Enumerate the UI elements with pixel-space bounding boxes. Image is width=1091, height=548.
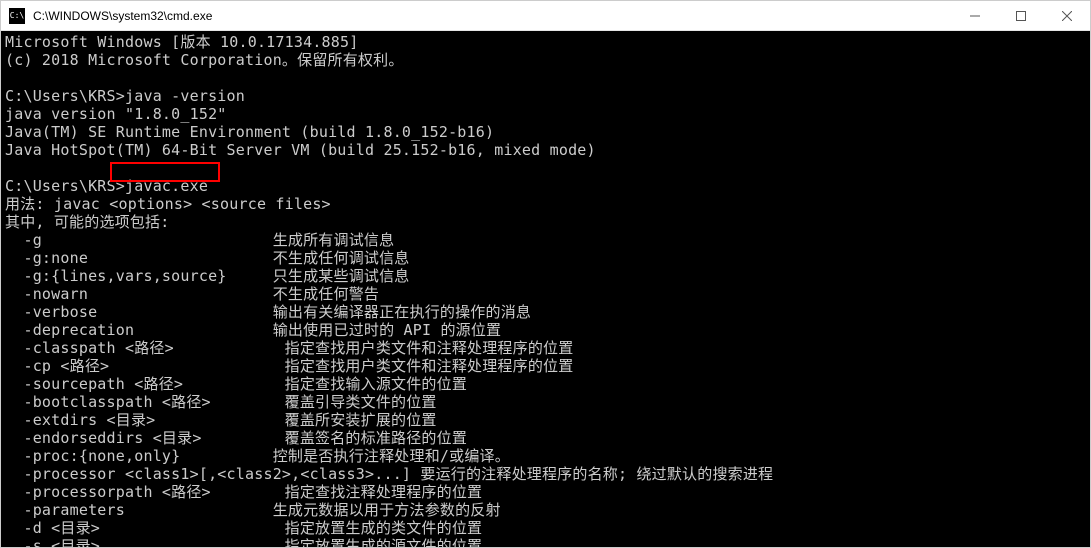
- terminal-line: -processorpath <路径> 指定查找注释处理程序的位置: [5, 483, 1086, 501]
- terminal-line: -nowarn 不生成任何警告: [5, 285, 1086, 303]
- terminal-line: Java(TM) SE Runtime Environment (build 1…: [5, 123, 1086, 141]
- maximize-button[interactable]: [998, 1, 1044, 30]
- terminal-line: -g:none 不生成任何调试信息: [5, 249, 1086, 267]
- terminal-output[interactable]: Microsoft Windows [版本 10.0.17134.885](c)…: [1, 31, 1090, 547]
- terminal-line: java version "1.8.0_152": [5, 105, 1086, 123]
- terminal-line: -verbose 输出有关编译器正在执行的操作的消息: [5, 303, 1086, 321]
- cmd-window: C:\ C:\WINDOWS\system32\cmd.exe Microsof…: [0, 0, 1091, 548]
- terminal-line: -classpath <路径> 指定查找用户类文件和注释处理程序的位置: [5, 339, 1086, 357]
- terminal-line: -endorseddirs <目录> 覆盖签名的标准路径的位置: [5, 429, 1086, 447]
- terminal-line: (c) 2018 Microsoft Corporation。保留所有权利。: [5, 51, 1086, 69]
- terminal-line: -s <目录> 指定放置生成的源文件的位置: [5, 537, 1086, 547]
- cmd-icon: C:\: [9, 8, 25, 24]
- terminal-line: -g 生成所有调试信息: [5, 231, 1086, 249]
- terminal-line: C:\Users\KRS>java -version: [5, 87, 1086, 105]
- window-title: C:\WINDOWS\system32\cmd.exe: [33, 9, 952, 23]
- terminal-line: -extdirs <目录> 覆盖所安装扩展的位置: [5, 411, 1086, 429]
- terminal-line: Java HotSpot(TM) 64-Bit Server VM (build…: [5, 141, 1086, 159]
- terminal-line: -g:{lines,vars,source} 只生成某些调试信息: [5, 267, 1086, 285]
- close-button[interactable]: [1044, 1, 1090, 30]
- terminal-line: -deprecation 输出使用已过时的 API 的源位置: [5, 321, 1086, 339]
- minimize-button[interactable]: [952, 1, 998, 30]
- terminal-line: -bootclasspath <路径> 覆盖引导类文件的位置: [5, 393, 1086, 411]
- window-controls: [952, 1, 1090, 30]
- titlebar[interactable]: C:\ C:\WINDOWS\system32\cmd.exe: [1, 1, 1090, 31]
- terminal-line: -cp <路径> 指定查找用户类文件和注释处理程序的位置: [5, 357, 1086, 375]
- terminal-line: 用法: javac <options> <source files>: [5, 195, 1086, 213]
- terminal-line: -parameters 生成元数据以用于方法参数的反射: [5, 501, 1086, 519]
- terminal-line: Microsoft Windows [版本 10.0.17134.885]: [5, 33, 1086, 51]
- terminal-line: -d <目录> 指定放置生成的类文件的位置: [5, 519, 1086, 537]
- terminal-line: [5, 159, 1086, 177]
- terminal-line: -sourcepath <路径> 指定查找输入源文件的位置: [5, 375, 1086, 393]
- terminal-line: -proc:{none,only} 控制是否执行注释处理和/或编译。: [5, 447, 1086, 465]
- terminal-line: 其中, 可能的选项包括:: [5, 213, 1086, 231]
- terminal-line: C:\Users\KRS>javac.exe: [5, 177, 1086, 195]
- terminal-line: [5, 69, 1086, 87]
- terminal-line: -processor <class1>[,<class2>,<class3>..…: [5, 465, 1086, 483]
